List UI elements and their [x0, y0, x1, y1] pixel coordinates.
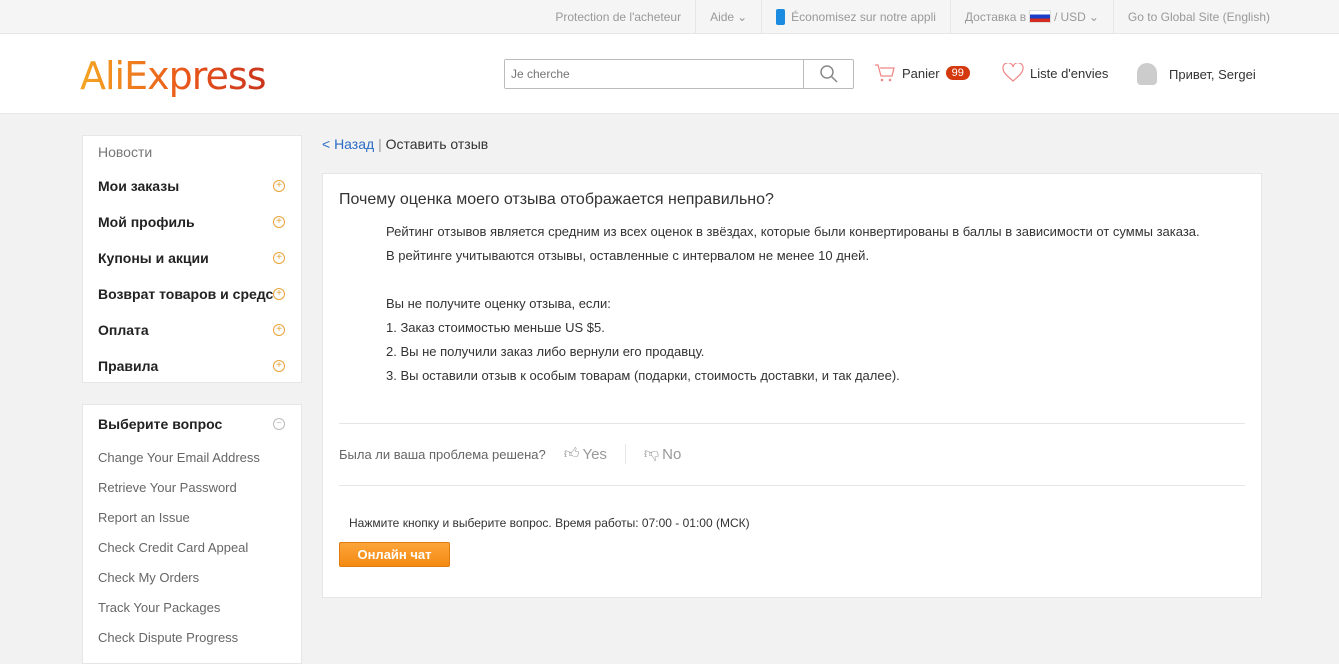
sidebar-item-payment[interactable]: Оплата + [83, 312, 301, 348]
cart-count-badge: 99 [945, 66, 970, 80]
breadcrumb-separator: | [378, 136, 382, 152]
account-sidebar: Новости Мои заказы + Мой профиль + Купоны … [82, 135, 302, 383]
minus-icon[interactable]: − [273, 418, 285, 430]
search-icon [819, 65, 838, 83]
yes-button[interactable]: 👍︎ Yes [546, 445, 625, 463]
sidebar-item-profile[interactable]: Мой профиль + [83, 204, 301, 240]
feedback-question: Была ли ваша проблема решена? [339, 446, 546, 462]
aliexpress-logo[interactable]: AliExpress [80, 54, 266, 98]
search-bar [504, 59, 854, 89]
app-link[interactable]: Économisez sur notre appli [761, 0, 950, 33]
cart-icon [875, 64, 895, 82]
greeting: Привет, Sergei [1169, 66, 1256, 82]
plus-icon[interactable]: + [273, 324, 285, 336]
phone-icon [776, 8, 786, 25]
plus-icon[interactable]: + [273, 216, 285, 228]
question-list-title: Выберите вопрос [98, 416, 223, 432]
plus-icon[interactable]: + [273, 360, 285, 372]
no-button[interactable]: 👎︎ No [626, 445, 699, 463]
question-list: Выберите вопрос − Change Your Email Addre… [82, 404, 302, 664]
chevron-down-icon: ⌄ [737, 9, 748, 24]
question-item[interactable]: Retrieve Your Password [83, 473, 301, 503]
breadcrumb-current: Оставить отзыв [385, 136, 489, 152]
search-input[interactable] [505, 60, 803, 88]
wishlist-link[interactable]: Liste d'envies [1002, 63, 1108, 83]
online-chat-button[interactable]: Онлайн чат [339, 542, 450, 567]
cart-label: Panier [902, 65, 940, 81]
question-item[interactable]: Track Your Packages [83, 593, 301, 623]
delivery-label: Доставка в [964, 9, 1027, 24]
plus-icon[interactable]: + [273, 252, 285, 264]
sidebar-item-label: Оплата [98, 322, 149, 338]
sidebar-item-orders[interactable]: Мои заказы + [83, 168, 301, 204]
article-body: Рейтинг отзывов является средним из всех… [386, 220, 1206, 388]
no-label: No [662, 445, 682, 463]
article-paragraph: Вы не получите оценку отзыва, если: [386, 296, 611, 311]
sidebar-item-label: Купоны и акции [98, 250, 209, 266]
thumbs-down-icon: 👎︎ [643, 445, 660, 462]
question-item[interactable]: Report an Issue [83, 503, 301, 533]
back-link[interactable]: < Назад [322, 136, 374, 152]
feedback-row: Была ли ваша проблема решена? 👍︎ Yes 👎︎ No [339, 444, 699, 464]
app-label: Économisez sur notre appli [791, 9, 936, 24]
article-title: Почему оценка моего отзыва отображается … [339, 191, 774, 208]
sidebar-item-coupons[interactable]: Купоны и акции + [83, 240, 301, 276]
divider [339, 423, 1245, 424]
question-item[interactable]: Check My Orders [83, 563, 301, 593]
sidebar-item-label: Правила [98, 358, 159, 374]
breadcrumb: < Назад | Оставить отзыв [322, 136, 488, 152]
plus-icon[interactable]: + [273, 288, 285, 300]
article-paragraph: Рейтинг отзывов является средним из всех… [386, 224, 1200, 263]
buyer-protection-link[interactable]: Protection de l'acheteur [541, 0, 695, 33]
yes-label: Yes [582, 445, 607, 463]
cart-link[interactable]: Panier 99 [874, 63, 970, 83]
sidebar-item-rules[interactable]: Правила + [83, 348, 301, 384]
thumbs-up-icon: 👍︎ [563, 445, 580, 462]
list-item: 3. Вы оставили отзыв к особым товарам (п… [386, 368, 900, 383]
question-item[interactable]: Check Dispute Progress [83, 623, 301, 653]
avatar [1137, 63, 1157, 85]
global-site-link[interactable]: Go to Global Site (English) [1112, 0, 1284, 33]
help-label: Aide [710, 9, 735, 24]
help-menu[interactable]: Aide ⌄ [695, 0, 761, 33]
sidebar-item-returns[interactable]: Возврат товаров и средств + [83, 276, 301, 312]
wishlist-label: Liste d'envies [1030, 65, 1109, 81]
top-bar: Protection de l'acheteur Aide ⌄ Économise… [0, 0, 1339, 34]
sidebar-item-label: Возврат товаров и средств [98, 286, 273, 302]
question-item[interactable]: Change Your Email Address [83, 443, 301, 473]
question-item[interactable]: Check Credit Card Appeal [83, 533, 301, 563]
heart-icon [1002, 63, 1024, 82]
delivery-currency-menu[interactable]: Доставка в / USD ⌄ [949, 0, 1113, 33]
article-panel: Почему оценка моего отзыва отображается … [322, 173, 1262, 598]
chat-note: Нажмите кнопку и выберите вопрос. Время … [349, 516, 750, 530]
currency-label: USD [1060, 9, 1086, 24]
sidebar-item-label: Мой профиль [98, 214, 195, 230]
sidebar-item-label: Мои заказы [98, 178, 180, 194]
russia-flag-icon [1029, 10, 1052, 23]
header: AliExpress Panier 99 Liste d'envies Приве… [0, 34, 1339, 114]
sidebar-item-news[interactable]: Новости [83, 136, 301, 168]
list-item: 2. Вы не получили заказ либо вернули его… [386, 344, 705, 359]
chevron-down-icon: ⌄ [1088, 9, 1099, 24]
list-item: 1. Заказ стоимостью меньше US $5. [386, 320, 605, 335]
plus-icon[interactable]: + [273, 180, 285, 192]
account-menu[interactable]: Привет, Sergei [1137, 63, 1256, 85]
divider [339, 485, 1245, 486]
search-button[interactable] [803, 60, 853, 88]
question-list-header[interactable]: Выберите вопрос − [83, 405, 301, 443]
